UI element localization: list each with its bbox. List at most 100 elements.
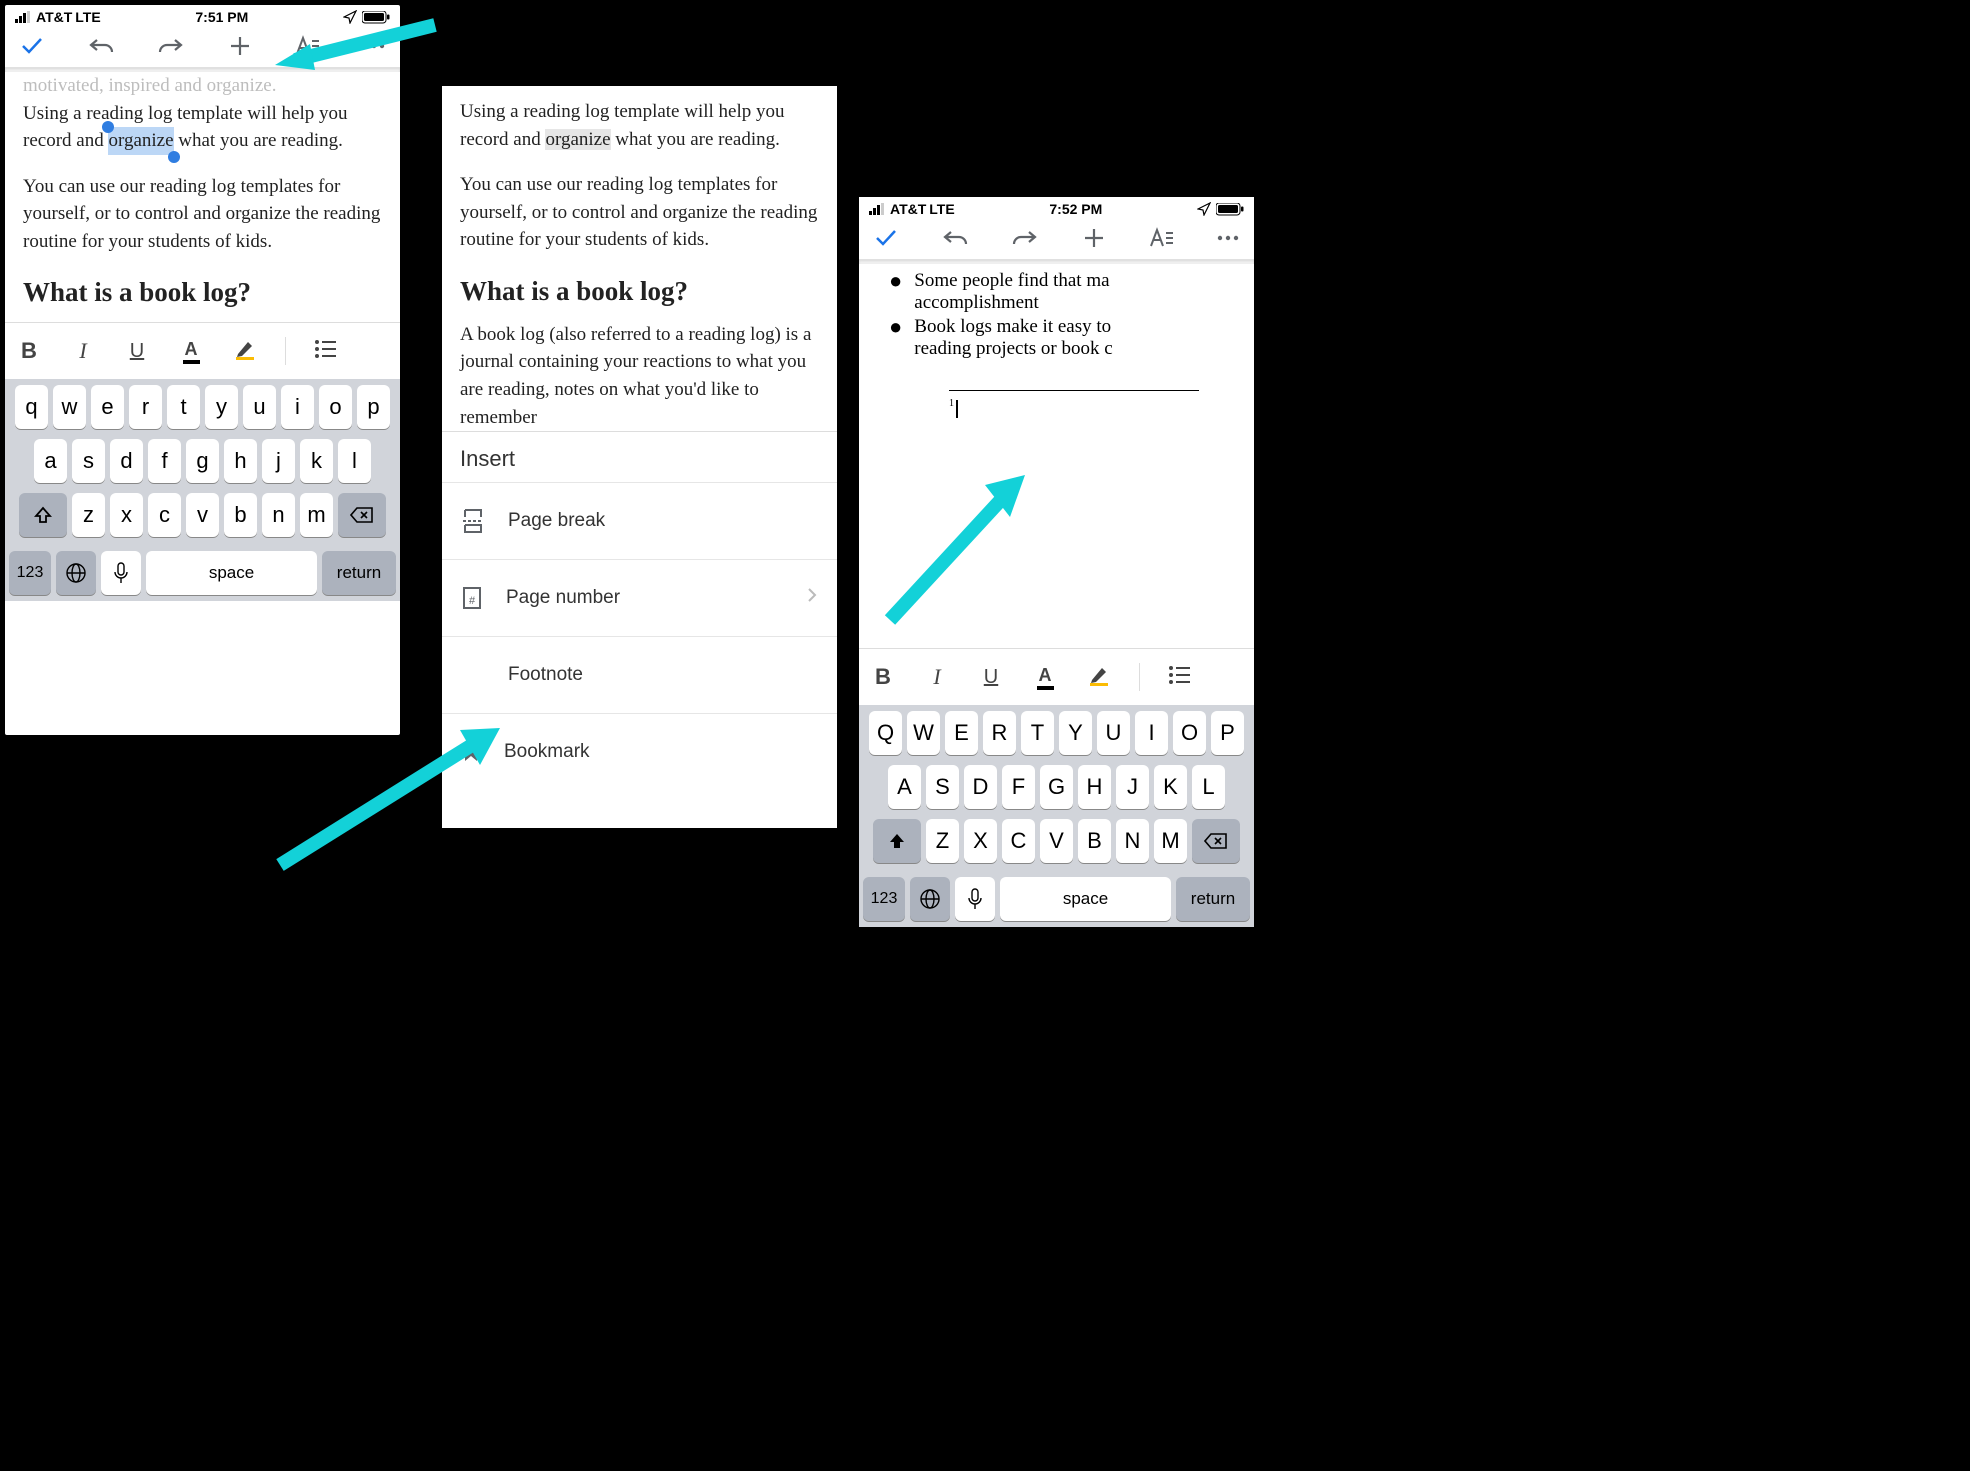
- key-u[interactable]: U: [1097, 711, 1130, 755]
- text-selection[interactable]: organize: [108, 127, 173, 155]
- space-key[interactable]: space: [146, 551, 317, 595]
- done-button[interactable]: [19, 33, 45, 59]
- key-i[interactable]: I: [1135, 711, 1168, 755]
- space-key[interactable]: space: [1000, 877, 1171, 921]
- keyboard[interactable]: qwertyuiop asdfghjkl zxcvbnm 123 space r…: [5, 379, 400, 601]
- backspace-key[interactable]: [1192, 819, 1240, 863]
- return-key[interactable]: return: [1176, 877, 1250, 921]
- key-i[interactable]: i: [281, 385, 314, 429]
- key-w[interactable]: w: [53, 385, 86, 429]
- shift-key[interactable]: [873, 819, 921, 863]
- number-key[interactable]: 123: [863, 877, 905, 921]
- document-body[interactable]: Using a reading log template will help y…: [442, 86, 837, 431]
- italic-button[interactable]: I: [69, 338, 97, 364]
- bold-button[interactable]: B: [15, 338, 43, 364]
- document-body[interactable]: motivated, inspired and organize. Using …: [5, 72, 400, 312]
- key-h[interactable]: h: [224, 439, 257, 483]
- document-body[interactable]: ●Some people find that maaccomplishment …: [859, 264, 1254, 419]
- key-h[interactable]: H: [1078, 765, 1111, 809]
- text-format-button[interactable]: [294, 35, 320, 57]
- done-button[interactable]: [873, 225, 899, 251]
- return-key[interactable]: return: [322, 551, 396, 595]
- key-o[interactable]: o: [319, 385, 352, 429]
- key-z[interactable]: z: [72, 493, 105, 537]
- key-j[interactable]: J: [1116, 765, 1149, 809]
- key-u[interactable]: u: [243, 385, 276, 429]
- redo-button[interactable]: [1011, 228, 1039, 248]
- highlight-button[interactable]: [231, 338, 259, 365]
- key-a[interactable]: a: [34, 439, 67, 483]
- key-x[interactable]: x: [110, 493, 143, 537]
- italic-button[interactable]: I: [923, 664, 951, 690]
- key-d[interactable]: d: [110, 439, 143, 483]
- key-g[interactable]: g: [186, 439, 219, 483]
- shift-key[interactable]: [19, 493, 67, 537]
- key-r[interactable]: R: [983, 711, 1016, 755]
- text-color-button[interactable]: A: [177, 339, 205, 364]
- key-w[interactable]: W: [907, 711, 940, 755]
- key-b[interactable]: b: [224, 493, 257, 537]
- list-button[interactable]: [1166, 665, 1194, 690]
- key-e[interactable]: e: [91, 385, 124, 429]
- mic-key[interactable]: [101, 551, 141, 595]
- text-format-button[interactable]: [1148, 227, 1174, 249]
- mic-key[interactable]: [955, 877, 995, 921]
- key-c[interactable]: c: [148, 493, 181, 537]
- text-color-button[interactable]: A: [1031, 665, 1059, 690]
- key-f[interactable]: F: [1002, 765, 1035, 809]
- key-g[interactable]: G: [1040, 765, 1073, 809]
- redo-button[interactable]: [157, 36, 185, 56]
- key-y[interactable]: Y: [1059, 711, 1092, 755]
- key-m[interactable]: m: [300, 493, 333, 537]
- key-v[interactable]: V: [1040, 819, 1073, 863]
- key-e[interactable]: E: [945, 711, 978, 755]
- key-m[interactable]: M: [1154, 819, 1187, 863]
- undo-button[interactable]: [87, 36, 115, 56]
- undo-button[interactable]: [941, 228, 969, 248]
- key-q[interactable]: q: [15, 385, 48, 429]
- underline-button[interactable]: U: [123, 340, 151, 363]
- key-l[interactable]: l: [338, 439, 371, 483]
- insert-page-break[interactable]: Page break: [442, 482, 837, 559]
- key-b[interactable]: B: [1078, 819, 1111, 863]
- key-c[interactable]: C: [1002, 819, 1035, 863]
- number-key[interactable]: 123: [9, 551, 51, 595]
- key-s[interactable]: s: [72, 439, 105, 483]
- bold-button[interactable]: B: [869, 664, 897, 690]
- more-button[interactable]: [1216, 234, 1240, 242]
- insert-footnote[interactable]: Footnote: [442, 636, 837, 713]
- key-r[interactable]: r: [129, 385, 162, 429]
- insert-bookmark[interactable]: Bookmark: [442, 713, 837, 790]
- key-t[interactable]: t: [167, 385, 200, 429]
- key-k[interactable]: k: [300, 439, 333, 483]
- key-v[interactable]: v: [186, 493, 219, 537]
- key-l[interactable]: L: [1192, 765, 1225, 809]
- list-button[interactable]: [312, 339, 340, 364]
- key-p[interactable]: p: [357, 385, 390, 429]
- key-j[interactable]: j: [262, 439, 295, 483]
- keyboard[interactable]: QWERTYUIOP ASDFGHJKL ZXCVBNM 123 space r…: [859, 705, 1254, 927]
- key-a[interactable]: A: [888, 765, 921, 809]
- globe-key[interactable]: [56, 551, 96, 595]
- key-p[interactable]: P: [1211, 711, 1244, 755]
- underline-button[interactable]: U: [977, 666, 1005, 689]
- key-f[interactable]: f: [148, 439, 181, 483]
- key-n[interactable]: n: [262, 493, 295, 537]
- key-t[interactable]: T: [1021, 711, 1054, 755]
- insert-page-number[interactable]: # Page number: [442, 559, 837, 636]
- key-n[interactable]: N: [1116, 819, 1149, 863]
- key-o[interactable]: O: [1173, 711, 1206, 755]
- insert-button[interactable]: [228, 34, 252, 58]
- more-button[interactable]: [362, 42, 386, 50]
- key-x[interactable]: X: [964, 819, 997, 863]
- highlight-button[interactable]: [1085, 664, 1113, 691]
- globe-key[interactable]: [910, 877, 950, 921]
- key-s[interactable]: S: [926, 765, 959, 809]
- key-d[interactable]: D: [964, 765, 997, 809]
- key-z[interactable]: Z: [926, 819, 959, 863]
- backspace-key[interactable]: [338, 493, 386, 537]
- key-q[interactable]: Q: [869, 711, 902, 755]
- insert-button[interactable]: [1082, 226, 1106, 250]
- key-k[interactable]: K: [1154, 765, 1187, 809]
- key-y[interactable]: y: [205, 385, 238, 429]
